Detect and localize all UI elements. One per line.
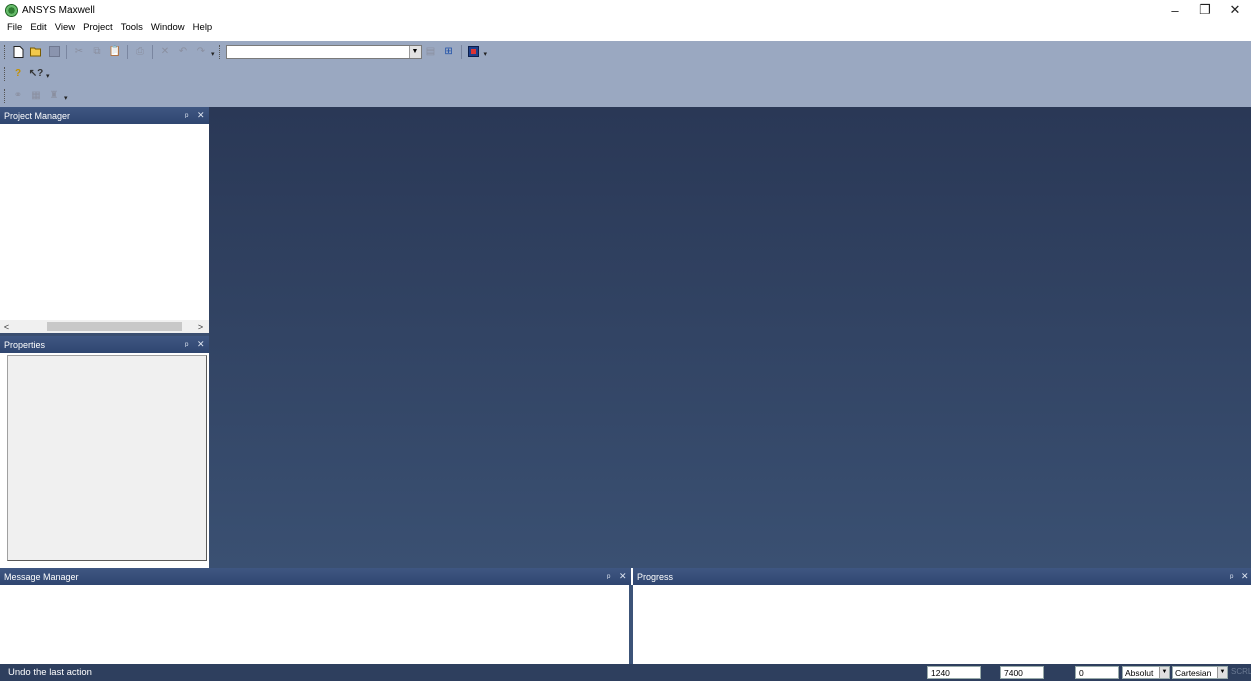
open-icon[interactable]: [29, 45, 43, 59]
coord-y-field[interactable]: 7400: [1000, 666, 1044, 679]
close-icon[interactable]: ✕: [1241, 568, 1249, 585]
close-icon[interactable]: ✕: [197, 107, 205, 124]
pin-icon[interactable]: ᵖ: [185, 336, 188, 353]
scroll-thumb[interactable]: [47, 322, 182, 331]
save-icon[interactable]: [47, 45, 61, 59]
pin-icon[interactable]: ᵖ: [1230, 568, 1233, 585]
status-bar: Undo the last action 1240 7400 0 Absolut…: [0, 664, 1251, 681]
coordinate-system-value: Cartesian: [1175, 668, 1212, 678]
toolbar-separator: [460, 44, 462, 59]
paste-icon[interactable]: 📋: [108, 45, 122, 59]
scroll-left-icon[interactable]: <: [0, 320, 13, 333]
toolbar-grip[interactable]: [4, 44, 6, 59]
toolbar-separator: [152, 44, 153, 59]
ansys-icon[interactable]: [467, 45, 481, 59]
cut-icon[interactable]: ✂: [72, 45, 86, 59]
progress-title: Progress: [637, 571, 674, 582]
menu-bar: File Edit View Project Tools Window Help: [0, 20, 1251, 34]
coord-z-field[interactable]: 0: [1075, 666, 1119, 679]
toolbar-overflow-icon[interactable]: ▾: [211, 45, 215, 58]
scroll-right-icon[interactable]: >: [194, 320, 207, 333]
chevron-down-icon[interactable]: ▼: [1217, 667, 1227, 678]
window-title: ANSYS Maxwell: [22, 4, 95, 16]
project-manager-title: Project Manager: [4, 110, 71, 121]
toolbar-separator: [66, 44, 67, 59]
progress-header: Progress ᵖ ✕: [633, 568, 1251, 585]
menu-window[interactable]: Window: [151, 22, 185, 33]
close-icon[interactable]: ✕: [197, 336, 205, 353]
toolbar-grip[interactable]: [218, 44, 221, 59]
tile-icon[interactable]: ▤: [424, 45, 438, 59]
copy-icon[interactable]: ⧉: [90, 45, 104, 59]
toolbar-grip[interactable]: [4, 88, 6, 103]
toolbar-overflow-icon[interactable]: ▾: [46, 67, 50, 80]
minimize-button[interactable]: –: [1160, 0, 1190, 20]
properties-title: Properties: [4, 339, 46, 350]
message-manager-title: Message Manager: [4, 571, 79, 582]
status-text: Undo the last action: [8, 667, 92, 678]
close-icon[interactable]: ✕: [619, 568, 627, 585]
menu-file[interactable]: File: [7, 22, 22, 33]
grid-icon[interactable]: ▦: [29, 89, 43, 103]
new-icon[interactable]: [11, 45, 25, 59]
menu-view[interactable]: View: [55, 22, 75, 33]
design-combo[interactable]: ▼: [225, 44, 422, 59]
toolbar-overflow-icon[interactable]: ▾: [64, 89, 68, 102]
coordinate-system-select[interactable]: Cartesian ▼: [1172, 666, 1228, 679]
menu-project[interactable]: Project: [83, 22, 113, 33]
toolbar-extras: ⚭ ▦ ♜ ▾: [0, 85, 68, 106]
pin-icon[interactable]: ᵖ: [185, 107, 188, 124]
help-topics-icon[interactable]: ?: [11, 67, 25, 81]
delete-icon[interactable]: ✕: [158, 45, 172, 59]
coord-x-field[interactable]: 1240: [927, 666, 981, 679]
stamp-icon[interactable]: ♜: [47, 89, 61, 103]
close-window-button[interactable]: ✕: [1220, 0, 1250, 20]
restore-button[interactable]: ❐: [1190, 0, 1220, 20]
chevron-down-icon[interactable]: ▼: [408, 45, 421, 58]
undo-icon[interactable]: ↶: [176, 45, 190, 59]
menu-edit[interactable]: Edit: [30, 22, 46, 33]
whats-this-icon[interactable]: ↖?: [29, 67, 44, 81]
toolbar-overflow-icon[interactable]: ▾: [484, 45, 488, 58]
toolbar-separator: [127, 44, 128, 59]
project-tree[interactable]: [0, 124, 209, 333]
message-manager-header: Message Manager ᵖ ✕: [0, 568, 631, 585]
print-icon[interactable]: ⎙: [133, 45, 147, 59]
project-manager-header: Project Manager ᵖ ✕: [0, 107, 209, 124]
menu-help[interactable]: Help: [193, 22, 213, 33]
toolbar-help: ? ↖? ▾: [0, 63, 50, 84]
absolute-relative-select[interactable]: Absolut ▼: [1122, 666, 1170, 679]
menu-tools[interactable]: Tools: [121, 22, 143, 33]
main-work-area: [209, 107, 1251, 568]
horizontal-scrollbar[interactable]: < >: [0, 320, 209, 333]
binoculars-icon[interactable]: ⚭: [11, 89, 25, 103]
cascade-icon[interactable]: ⊞: [442, 45, 456, 59]
pin-icon[interactable]: ᵖ: [607, 568, 610, 585]
message-list[interactable]: [0, 585, 631, 664]
progress-list[interactable]: [633, 585, 1251, 664]
toolbar-grip[interactable]: [4, 66, 6, 81]
absolute-relative-value: Absolut: [1125, 668, 1154, 678]
properties-grid[interactable]: [7, 355, 207, 561]
redo-icon[interactable]: ↷: [194, 45, 208, 59]
properties-header: Properties ᵖ ✕: [0, 336, 209, 353]
title-bar: ANSYS Maxwell – ❐ ✕: [0, 0, 1251, 20]
scroll-lock-indicator: SCRL: [1231, 667, 1251, 676]
toolbar-standard: ✂ ⧉ 📋 ⎙ ✕ ↶ ↷ ▾ ▼ ▤ ⊞ ▾: [0, 41, 487, 62]
ansys-logo-icon: [5, 3, 18, 17]
chevron-down-icon[interactable]: ▼: [1159, 667, 1169, 678]
